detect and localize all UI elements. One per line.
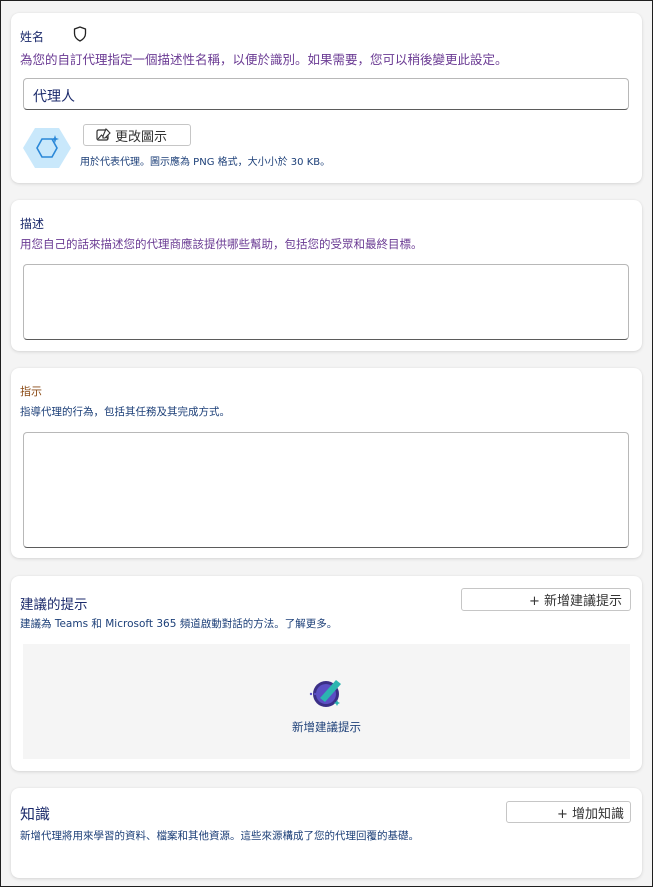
- instructions-textarea[interactable]: [23, 432, 629, 548]
- instructions-card: 指示 指導代理的行為，包括其任務及其完成方式。: [11, 368, 642, 558]
- suggested-prompts-title: 建議的提示: [20, 597, 88, 613]
- change-icon-button[interactable]: 更改圖示: [83, 124, 191, 146]
- suggested-prompts-empty-area: 新增建議提示: [23, 644, 630, 759]
- name-description: 為您的自訂代理指定一個描述性名稱，以便於識別。如果需要，您可以稍後變更此設定。: [20, 52, 508, 67]
- instructions-hint: 指導代理的行為，包括其任務及其完成方式。: [20, 406, 230, 418]
- icon-hint: 用於代表代理。圖示應為 PNG 格式，大小小於 30 KB。: [80, 157, 331, 168]
- add-prompt-illustration-icon[interactable]: [306, 674, 346, 710]
- instructions-title: 指示: [20, 385, 42, 398]
- name-card: 姓名 為您的自訂代理指定一個描述性名稱，以便於識別。如果需要，您可以稍後變更此設…: [11, 13, 642, 183]
- description-hint: 用您自己的話來描述您的代理商應該提供哪些幫助，包括您的受眾和最終目標。: [20, 237, 423, 251]
- add-prompt-empty-label[interactable]: 新增建議提示: [23, 719, 630, 735]
- change-icon-label: 更改圖示: [115, 129, 168, 145]
- suggested-prompts-hint: 建議為 Teams 和 Microsoft 365 頻道啟動對話的方法。了解更多…: [20, 618, 338, 630]
- name-title: 姓名: [20, 30, 45, 44]
- description-title: 描述: [20, 217, 45, 231]
- knowledge-card: 知識 + 增加知識 新增代理將用來學習的資料、檔案和其他資源。這些來源構成了您的…: [11, 788, 642, 878]
- image-edit-icon: [96, 128, 111, 142]
- suggested-prompts-card: 建議的提示 + 新增建議提示 建議為 Teams 和 Microsoft 365…: [11, 576, 642, 771]
- agent-name-input[interactable]: 代理人: [23, 78, 629, 110]
- description-textarea[interactable]: [23, 264, 629, 340]
- description-card: 描述 用您自己的話來描述您的代理商應該提供哪些幫助，包括您的受眾和最終目標。: [11, 200, 642, 351]
- agent-icon: [22, 127, 72, 169]
- add-suggested-prompt-button[interactable]: + 新增建議提示: [461, 588, 631, 611]
- add-knowledge-label: + 增加知識: [556, 806, 624, 822]
- agent-name-value: 代理人: [33, 89, 75, 105]
- agent-config-panel: 姓名 為您的自訂代理指定一個描述性名稱，以便於識別。如果需要，您可以稍後變更此設…: [0, 0, 653, 887]
- shield-icon: [73, 26, 87, 42]
- knowledge-title: 知識: [20, 805, 51, 823]
- add-suggested-prompt-label: + 新增建議提示: [528, 594, 622, 609]
- add-knowledge-button[interactable]: + 增加知識: [506, 801, 631, 823]
- knowledge-hint: 新增代理將用來學習的資料、檔案和其他資源。這些來源構成了您的代理回覆的基礎。: [20, 830, 419, 842]
